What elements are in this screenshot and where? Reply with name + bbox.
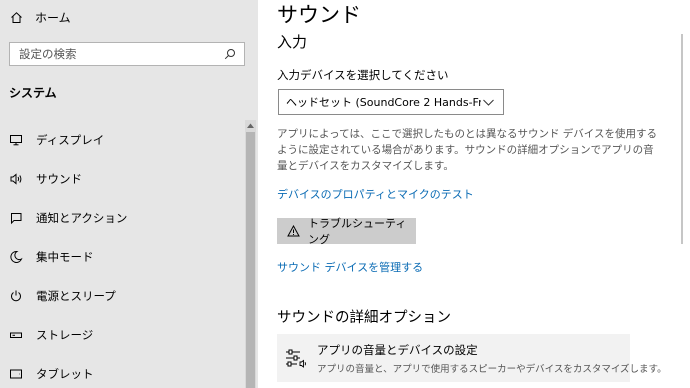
search-input[interactable]: 設定の検索 bbox=[9, 42, 245, 66]
sidebar-item-focus[interactable]: 集中モード bbox=[0, 237, 244, 276]
nav-section-title: システム bbox=[9, 86, 57, 100]
input-device-description: アプリによっては、ここで選択したものとは異なるサウンド デバイスを使用するように… bbox=[277, 128, 657, 172]
scroll-up-arrow-icon[interactable] bbox=[245, 120, 256, 131]
search-placeholder: 設定の検索 bbox=[19, 47, 77, 61]
nav-home[interactable]: ホーム bbox=[0, 0, 258, 34]
sidebar-item-label: 通知とアクション bbox=[36, 210, 128, 225]
sidebar-item-sound[interactable]: サウンド bbox=[0, 159, 244, 198]
nav-scrollbar[interactable] bbox=[245, 120, 256, 388]
sidebar-item-display[interactable]: ディスプレイ bbox=[0, 120, 244, 159]
sidebar-item-notifications[interactable]: 通知とアクション bbox=[0, 198, 244, 237]
sidebar-item-label: 電源とスリープ bbox=[36, 288, 116, 303]
device-properties-link[interactable]: デバイスのプロパティとマイクのテスト bbox=[277, 186, 474, 202]
storage-icon bbox=[8, 327, 24, 343]
settings-nav-pane: ホーム 設定の検索 システム ディスプレイ サウンド 通知とアクション 集中モー… bbox=[0, 0, 258, 388]
sidebar-item-label: サウンド bbox=[36, 171, 82, 186]
speaker-icon bbox=[8, 171, 24, 187]
sidebar-item-label: 集中モード bbox=[36, 249, 94, 264]
monitor-icon bbox=[8, 132, 24, 148]
app-volume-settings-desc: アプリの音量と、アプリで使用するスピーカーやデバイスをカスタマイズします。 bbox=[317, 363, 667, 375]
sliders-icon bbox=[285, 346, 307, 370]
sidebar-item-label: ストレージ bbox=[36, 327, 94, 342]
troubleshoot-button-label: トラブルシューティング bbox=[308, 217, 407, 246]
nav-scrollbar-thumb[interactable] bbox=[246, 132, 255, 388]
sidebar-item-storage[interactable]: ストレージ bbox=[0, 315, 244, 354]
input-section-title: 入力 bbox=[277, 33, 308, 51]
warning-icon bbox=[287, 224, 300, 238]
troubleshoot-button[interactable]: トラブルシューティング bbox=[277, 217, 416, 246]
sidebar-item-tablet[interactable]: タブレット bbox=[0, 354, 244, 388]
app-volume-settings-item[interactable]: アプリの音量とデバイスの設定 アプリの音量と、アプリで使用するスピーカーやデバイ… bbox=[277, 334, 667, 382]
main-scrollbar[interactable] bbox=[681, 34, 683, 244]
sidebar-item-label: ディスプレイ bbox=[36, 132, 105, 147]
advanced-options-heading: サウンドの詳細オプション bbox=[277, 310, 451, 326]
sidebar-item-label: タブレット bbox=[36, 366, 94, 381]
chevron-down-icon bbox=[481, 95, 495, 109]
manage-sound-devices-link[interactable]: サウンド デバイスを管理する bbox=[277, 259, 423, 275]
search-icon[interactable] bbox=[223, 47, 237, 61]
input-device-select-value: ヘッドセット (SoundCore 2 Hands-Fr... bbox=[286, 96, 481, 109]
sound-settings-page: サウンド 入力 入力デバイスを選択してください ヘッドセット (SoundCor… bbox=[258, 0, 690, 388]
power-icon bbox=[8, 288, 24, 304]
moon-icon bbox=[8, 249, 24, 265]
app-volume-settings-title: アプリの音量とデバイスの設定 bbox=[317, 342, 478, 357]
home-icon bbox=[9, 10, 23, 24]
tablet-icon bbox=[8, 366, 24, 382]
input-device-label: 入力デバイスを選択してください bbox=[277, 68, 449, 82]
input-device-select[interactable]: ヘッドセット (SoundCore 2 Hands-Fr... bbox=[278, 89, 504, 115]
app-volume-settings-text: アプリの音量とデバイスの設定 アプリの音量と、アプリで使用するスピーカーやデバイ… bbox=[317, 342, 667, 375]
sidebar-item-power[interactable]: 電源とスリープ bbox=[0, 276, 244, 315]
page-title: サウンド bbox=[277, 3, 361, 27]
notification-icon bbox=[8, 210, 24, 226]
nav-home-label: ホーム bbox=[35, 10, 71, 25]
nav-list: ディスプレイ サウンド 通知とアクション 集中モード 電源とスリープ ストレージ… bbox=[0, 120, 244, 388]
